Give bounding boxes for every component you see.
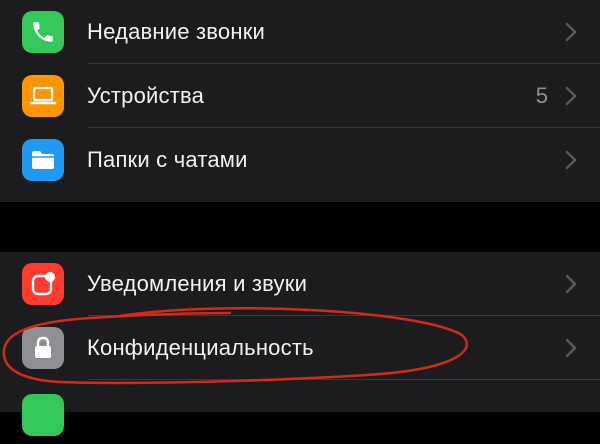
devices-count: 5 [535,83,548,108]
chevron-right-icon [565,338,577,358]
settings-group-1: Недавние звонки Устройства 5 Папки с чат… [0,0,600,202]
settings-item-recent-calls[interactable]: Недавние звонки [0,0,600,64]
chevron-right-icon [565,86,577,106]
settings-item-privacy[interactable]: Конфиденциальность [0,316,600,380]
settings-item-label: Недавние звонки [87,19,266,44]
settings-group-2: Уведомления и звуки Конфиденциальность [0,252,600,436]
settings-item-label: Уведомления и звуки [87,271,308,296]
settings-item-label: Конфиденциальность [87,335,314,360]
folder-icon [22,139,64,181]
lock-icon [22,327,64,369]
settings-item-devices[interactable]: Устройства 5 [0,64,600,128]
settings-item-label: Папки с чатами [87,147,248,172]
chevron-right-icon [565,22,577,42]
settings-item-label: Устройства [87,83,205,108]
chevron-right-icon [565,150,577,170]
settings-item-partial[interactable] [0,380,600,444]
laptop-icon [22,75,64,117]
notification-icon [22,263,64,305]
chevron-right-icon [565,274,577,294]
green-app-icon [22,394,64,436]
settings-item-notifications[interactable]: Уведомления и звуки [0,252,600,316]
settings-item-chat-folders[interactable]: Папки с чатами [0,128,600,192]
phone-icon [22,11,64,53]
